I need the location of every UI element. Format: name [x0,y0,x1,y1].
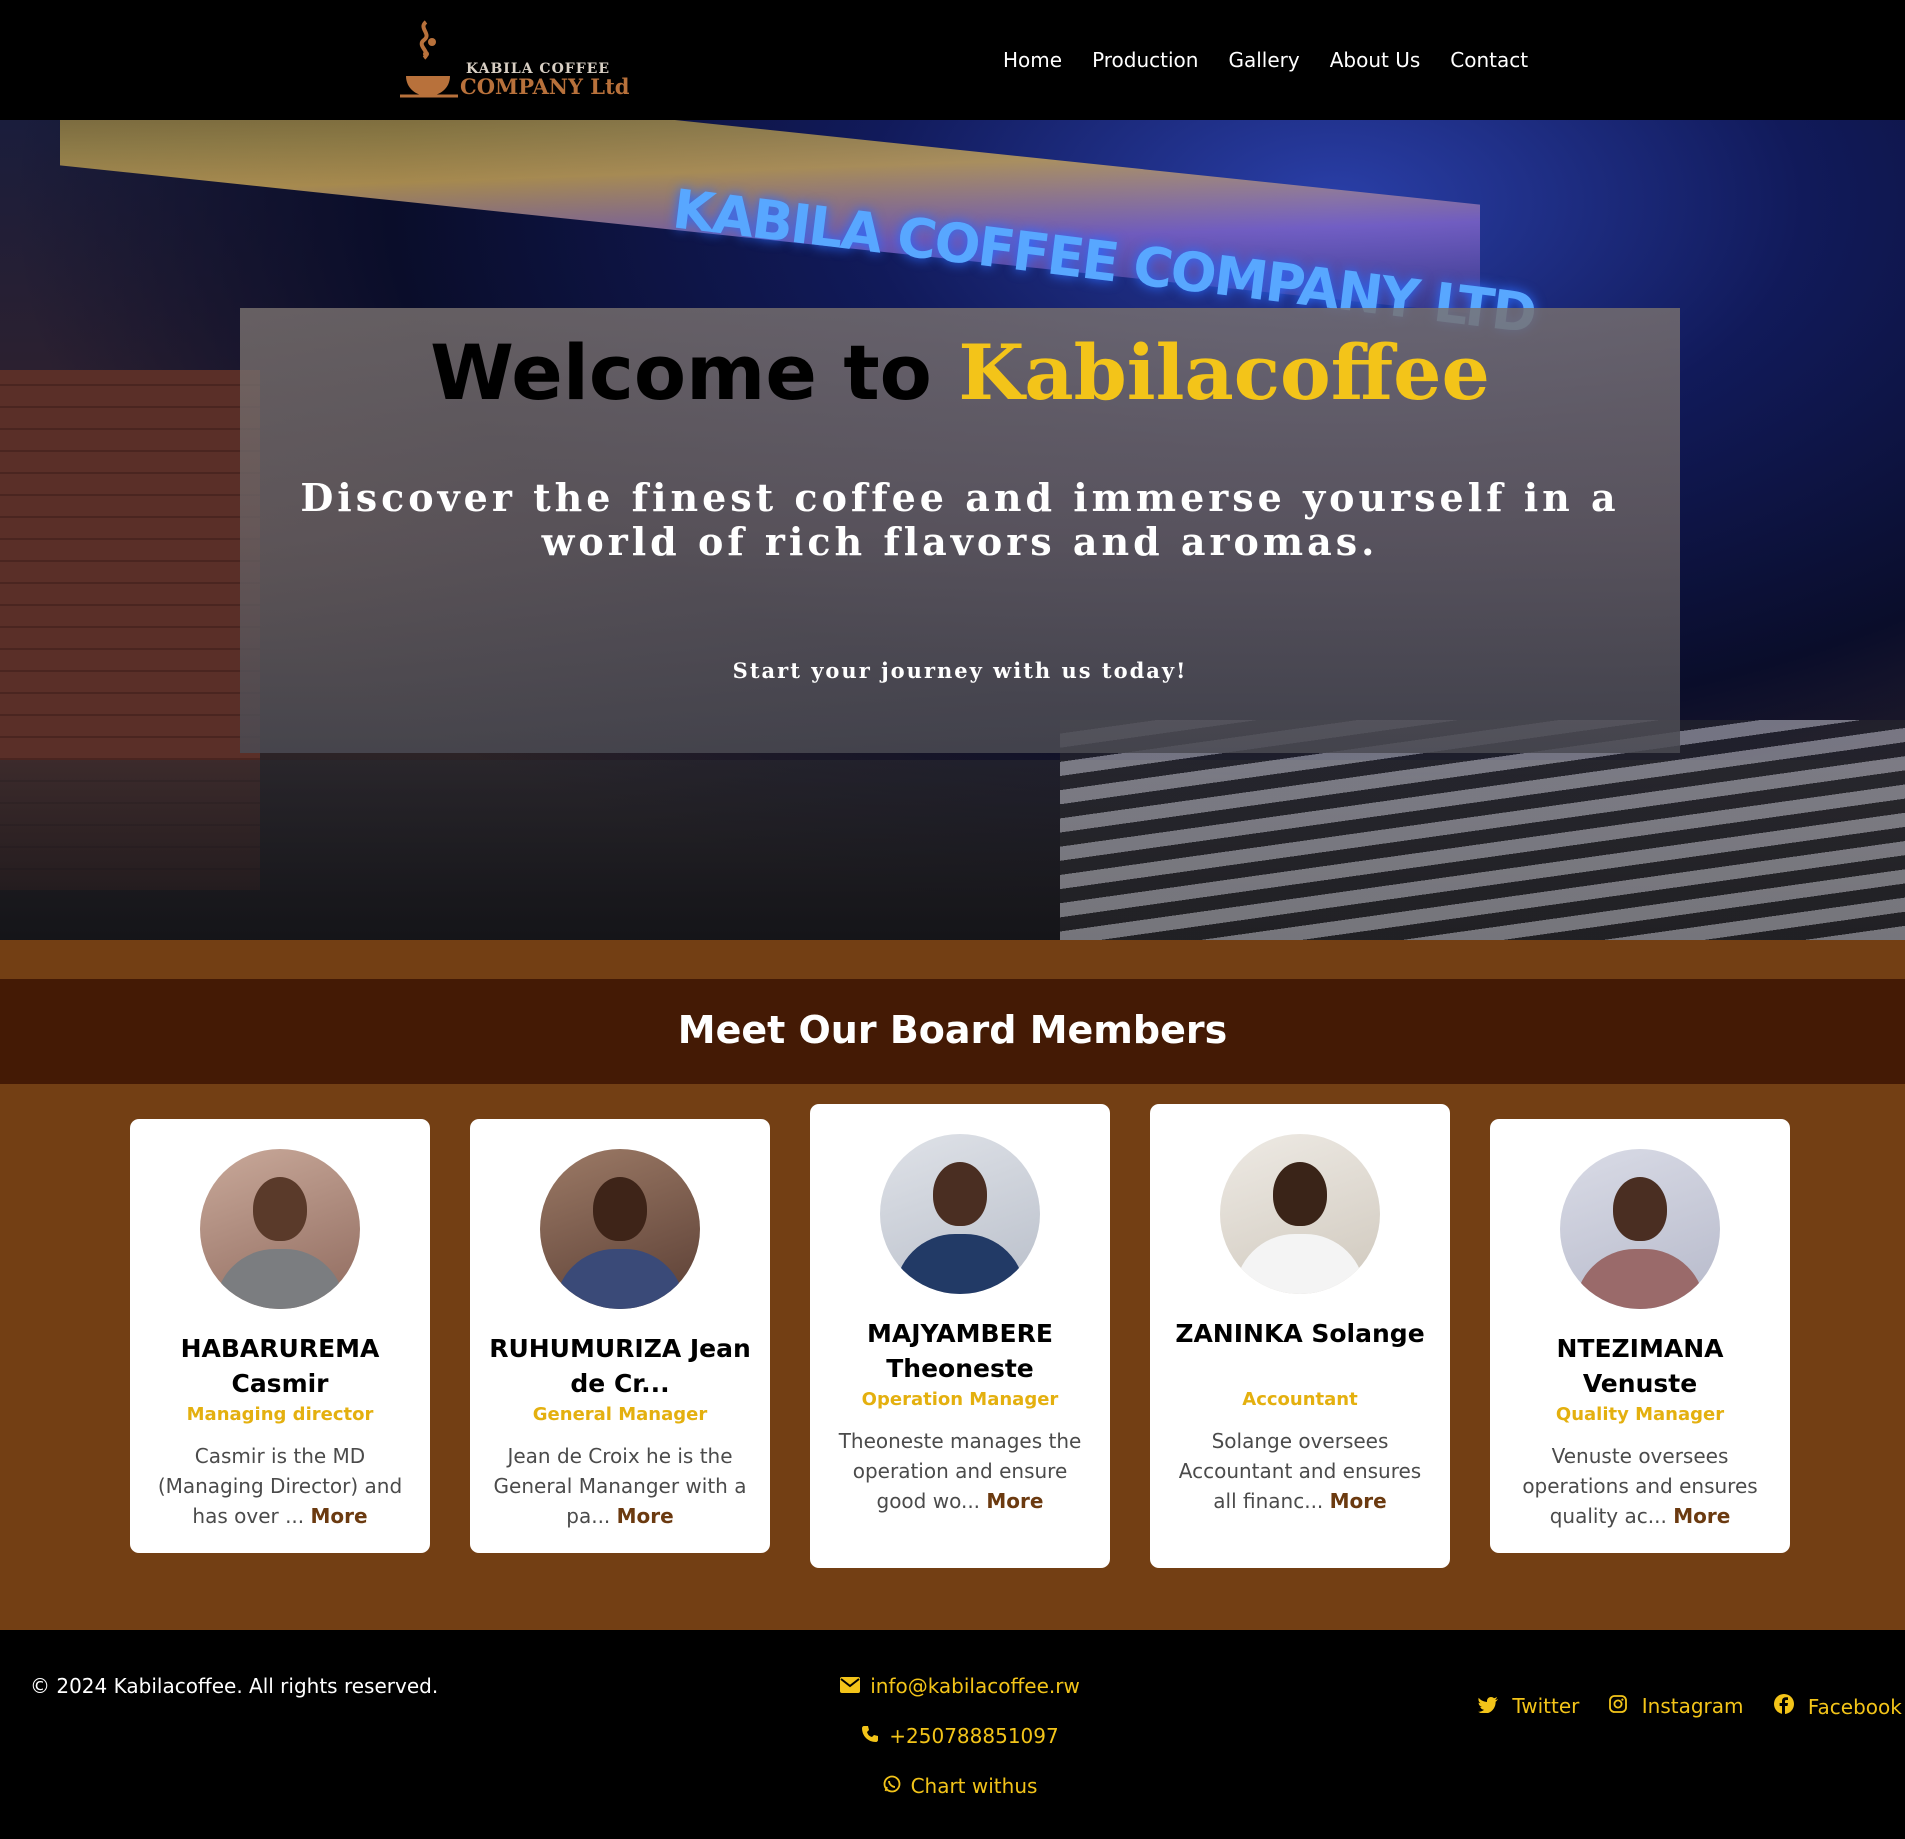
coffee-cup-logo-icon [400,20,458,98]
facebook-link[interactable]: Facebook [1773,1694,1902,1719]
instagram-link[interactable]: Instagram [1609,1694,1744,1719]
twitter-link[interactable]: Twitter [1478,1694,1579,1719]
hero-section: KABILA COFFEE COMPANY LTD Welcome to Kab… [0,120,1905,940]
member-photo [1220,1134,1380,1294]
footer-phone[interactable]: +250788851097 [710,1724,1210,1748]
member-description: Jean de Croix he is the General Mananger… [490,1441,750,1531]
member-role: Accountant [1242,1389,1358,1410]
footer-chat[interactable]: Chart withus [710,1774,1210,1798]
board-section: Meet Our Board Members HABARUREMA Casmir… [0,940,1905,1630]
email-link[interactable]: info@kabilacoffee.rw [870,1674,1080,1698]
twitter-icon [1478,1694,1504,1718]
board-card: MAJYAMBERE Theoneste Operation Manager T… [810,1104,1110,1568]
member-role: Operation Manager [861,1389,1059,1410]
member-photo [1560,1149,1720,1309]
nav-about-link[interactable]: About Us [1330,48,1421,72]
phone-icon [861,1724,879,1748]
top-navbar: KABILA COFFEE COMPANY Ltd Home Productio… [0,0,1905,120]
nav-gallery-link[interactable]: Gallery [1228,48,1299,72]
phone-link[interactable]: +250788851097 [889,1724,1058,1748]
member-name: RUHUMURIZA Jean de Cr... [489,1334,751,1398]
hero-cta-text: Start your journey with us today! [732,658,1188,683]
member-description: Casmir is the MD (Managing Director) and… [150,1441,410,1531]
nav-home-link[interactable]: Home [1003,48,1062,72]
member-role: Quality Manager [1555,1404,1725,1425]
board-title: Meet Our Board Members [677,1008,1228,1052]
board-card: HABARUREMA Casmir Managing director Casm… [130,1119,430,1553]
main-nav: Home Production Gallery About Us Contact [1003,48,1558,72]
instagram-label[interactable]: Instagram [1642,1694,1744,1718]
more-link[interactable]: More [1330,1489,1387,1513]
instagram-icon [1609,1694,1633,1718]
more-link[interactable]: More [311,1504,368,1528]
hero-title: Welcome to Kabilacoffee [240,328,1680,417]
chat-link[interactable]: Chart withus [911,1774,1038,1798]
facebook-icon [1773,1694,1800,1719]
copyright-text: © 2024 Kabilacoffee. All rights reserved… [30,1674,439,1698]
hero-subtitle: Discover the finest coffee and immerse y… [300,475,1620,564]
member-name: NTEZIMANA Venuste [1556,1334,1724,1398]
facebook-label[interactable]: Facebook [1808,1695,1902,1719]
board-card: NTEZIMANA Venuste Quality Manager Venust… [1490,1119,1790,1553]
member-name: ZANINKA Solange [1175,1319,1425,1348]
logo-line2: COMPANY Ltd [460,74,630,99]
nav-contact-link[interactable]: Contact [1450,48,1528,72]
whatsapp-icon [883,1774,901,1798]
member-desc-text: Theoneste manages the operation and ensu… [838,1429,1082,1513]
member-name: HABARUREMA Casmir [180,1334,380,1398]
member-description: Theoneste manages the operation and ensu… [830,1426,1090,1516]
member-role: Managing director [186,1404,374,1425]
member-description: Venuste oversees operations and ensures … [1510,1441,1770,1531]
more-link[interactable]: More [986,1489,1043,1513]
more-link[interactable]: More [617,1504,674,1528]
twitter-label[interactable]: Twitter [1512,1694,1579,1718]
hero-title-brand: Kabilacoffee [958,328,1490,417]
envelope-icon [840,1674,861,1698]
footer-email[interactable]: info@kabilacoffee.rw [710,1674,1210,1698]
hero-overlay-box: Welcome to Kabilacoffee Discover the fin… [240,308,1680,753]
member-name: MAJYAMBERE Theoneste [867,1319,1053,1383]
company-logo[interactable]: KABILA COFFEE COMPANY Ltd [398,16,630,102]
board-card: ZANINKA Solange Accountant Solange overs… [1150,1104,1450,1568]
nav-production-link[interactable]: Production [1092,48,1198,72]
member-photo [200,1149,360,1309]
hero-bg-gate [1060,720,1905,940]
board-card: RUHUMURIZA Jean de Cr... General Manager… [470,1119,770,1553]
member-photo [880,1134,1040,1294]
member-photo [540,1149,700,1309]
social-links: Twitter Instagram Facebook [1478,1694,1902,1719]
hero-title-prefix: Welcome to [430,328,932,417]
member-role: General Manager [532,1404,708,1425]
member-description: Solange oversees Accountant and ensures … [1170,1426,1430,1516]
more-link[interactable]: More [1673,1504,1730,1528]
site-footer: © 2024 Kabilacoffee. All rights reserved… [0,1630,1905,1839]
